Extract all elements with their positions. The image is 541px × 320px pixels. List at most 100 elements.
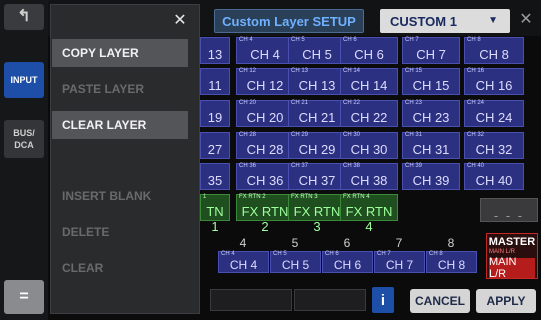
menu-item-clear[interactable]: CLEAR [52,254,188,282]
channel-cell[interactable]: CH 12 CH 12 [236,68,294,95]
channel-cell-sublabel: CH 30 [343,132,361,138]
channel-cell[interactable]: CH 30 CH 30 [340,132,398,159]
channel-cell[interactable]: CH 38 CH 38 [340,163,398,190]
channel-cell[interactable]: 1 TN 1 [200,194,230,234]
channel-cell-sublabel: CH 8 [467,37,481,43]
channel-cell[interactable]: CH 40 CH 40 [464,163,524,190]
channel-cell-sublabel: CH 5 [291,37,305,43]
channel-cell-sublabel: CH 6 [343,37,357,43]
channel-cell-sublabel: CH 14 [343,68,361,74]
strip-cell-sublabel: CH 5 [273,251,287,257]
channel-cell[interactable]: CH 24 CH 24 [464,100,524,127]
empty-slot[interactable]: - - - [480,198,538,223]
channel-cell[interactable]: CH 29 CH 29 [288,132,346,159]
channel-cell[interactable]: CH 4 CH 4 [236,37,294,64]
channel-cell[interactable]: 19 [200,100,230,127]
menu-close-icon[interactable]: ✕ [170,10,190,30]
channel-cell-sublabel: FX RTN 2 [239,194,266,200]
strip-cell-label: CH 7 [385,258,414,272]
menu-item-copy-layer[interactable]: COPY LAYER [52,39,188,67]
channel-cell-label: CH 39 [412,173,450,188]
channel-cell-sublabel: FX RTN 4 [343,194,370,200]
channel-cell-label: CH 22 [350,110,388,125]
layer-select[interactable]: CUSTOM 1 ▼ [380,9,510,33]
channel-cell[interactable]: CH 6 CH 6 [340,37,398,64]
channel-cell-label: CH 32 [475,142,513,157]
layer-scroll-right[interactable] [294,289,366,311]
channel-cell[interactable]: CH 14 CH 14 [340,68,398,95]
channel-cell[interactable]: CH 32 CH 32 [464,132,524,159]
strip-number: 4 [239,236,247,250]
input-tab[interactable]: INPUT [4,62,44,98]
channel-cell[interactable]: 11 [200,68,230,95]
page-title: Custom Layer SETUP [214,9,364,33]
channel-cell-label: CH 12 [246,78,284,93]
channel-cell[interactable]: CH 7 CH 7 [402,37,460,64]
channel-cell[interactable]: CH 37 CH 37 [288,163,346,190]
channel-cell-sublabel: CH 15 [405,68,423,74]
channel-cell[interactable]: FX RTN 3 FX RTN 3 [288,194,346,234]
chevron-down-icon: ▼ [488,15,498,26]
menu-item-insert-blank[interactable]: INSERT BLANK [52,182,188,210]
channel-cell-label: CH 36 [246,173,284,188]
channel-cell[interactable]: CH 31 CH 31 [402,132,460,159]
channel-cell-sublabel: CH 22 [343,100,361,106]
close-icon[interactable]: ✕ [515,8,537,30]
channel-cell-label: CH 13 [298,78,336,93]
channel-cell[interactable]: 35 [200,163,230,190]
info-icon[interactable]: i [372,287,394,313]
strip-channel-cell[interactable]: CH 8 CH 8 [426,251,477,273]
channel-cell[interactable]: CH 28 CH 28 [236,132,294,159]
channel-cell[interactable]: CH 5 CH 5 [288,37,346,64]
channel-cell-label: FX RTN 4 [345,204,393,234]
channel-cell[interactable]: CH 13 CH 13 [288,68,346,95]
channel-cell-label: 11 [208,78,222,93]
strip-cell-label: CH 5 [281,258,310,272]
channel-cell[interactable]: CH 8 CH 8 [464,37,524,64]
channel-cell-label: CH 37 [298,173,336,188]
channel-cell[interactable]: CH 15 CH 15 [402,68,460,95]
channel-cell-label: CH 16 [475,78,513,93]
channel-cell-label: CH 4 [250,47,280,62]
channel-cell[interactable]: 27 [200,132,230,159]
menu-item-paste-layer[interactable]: PASTE LAYER [52,75,188,103]
channel-cell[interactable]: 13 [200,37,230,64]
bus-dca-tab[interactable]: BUS/ DCA [4,120,44,158]
channel-cell-sublabel: CH 39 [405,163,423,169]
channel-cell[interactable]: FX RTN 2 FX RTN 2 [236,194,294,234]
menu-item-clear-layer[interactable]: CLEAR LAYER [52,111,188,139]
channel-cell-label: CH 31 [412,142,450,157]
apply-button[interactable]: APPLY [476,289,536,313]
channel-cell[interactable]: CH 36 CH 36 [236,163,294,190]
channel-cell-label: CH 23 [412,110,450,125]
menu-button[interactable]: = [4,280,44,314]
channel-cell-label: 19 [207,110,223,125]
channel-cell-sublabel: CH 4 [239,37,253,43]
channel-cell[interactable]: CH 39 CH 39 [402,163,460,190]
channel-cell[interactable]: CH 22 CH 22 [340,100,398,127]
master-strip[interactable]: MASTER MAIN L/R MAIN L/R [486,233,538,280]
channel-cell[interactable]: CH 20 CH 20 [236,100,294,127]
menu-item-delete[interactable]: DELETE [52,218,188,246]
cancel-button[interactable]: CANCEL [410,289,470,313]
channel-cell-label: CH 28 [246,142,284,157]
channel-cell-label: CH 7 [416,47,446,62]
channel-cell[interactable]: CH 21 CH 21 [288,100,346,127]
layer-select-value: CUSTOM 1 [390,13,457,29]
channel-cell-label: CH 5 [302,47,332,62]
strip-channel-cell[interactable]: CH 6 CH 6 [322,251,373,273]
strip-channel-cell[interactable]: CH 7 CH 7 [374,251,425,273]
strip-cell-label: CH 8 [437,258,466,272]
back-button[interactable]: ↰ [4,4,44,30]
strip-channel-cell[interactable]: CH 5 CH 5 [270,251,321,273]
main-lr-button[interactable]: MAIN L/R [489,256,535,280]
channel-cell-label: CH 8 [479,47,509,62]
channel-cell[interactable]: CH 16 CH 16 [464,68,524,95]
master-title: MASTER [488,236,536,248]
strip-channel-cell[interactable]: CH 4 CH 4 [218,251,269,273]
layer-scroll-left[interactable] [210,289,292,311]
channel-cell-sublabel: CH 40 [467,163,485,169]
channel-cell[interactable]: CH 23 CH 23 [402,100,460,127]
channel-cell-sublabel: CH 23 [405,100,423,106]
channel-cell[interactable]: FX RTN 4 FX RTN 4 [340,194,398,234]
